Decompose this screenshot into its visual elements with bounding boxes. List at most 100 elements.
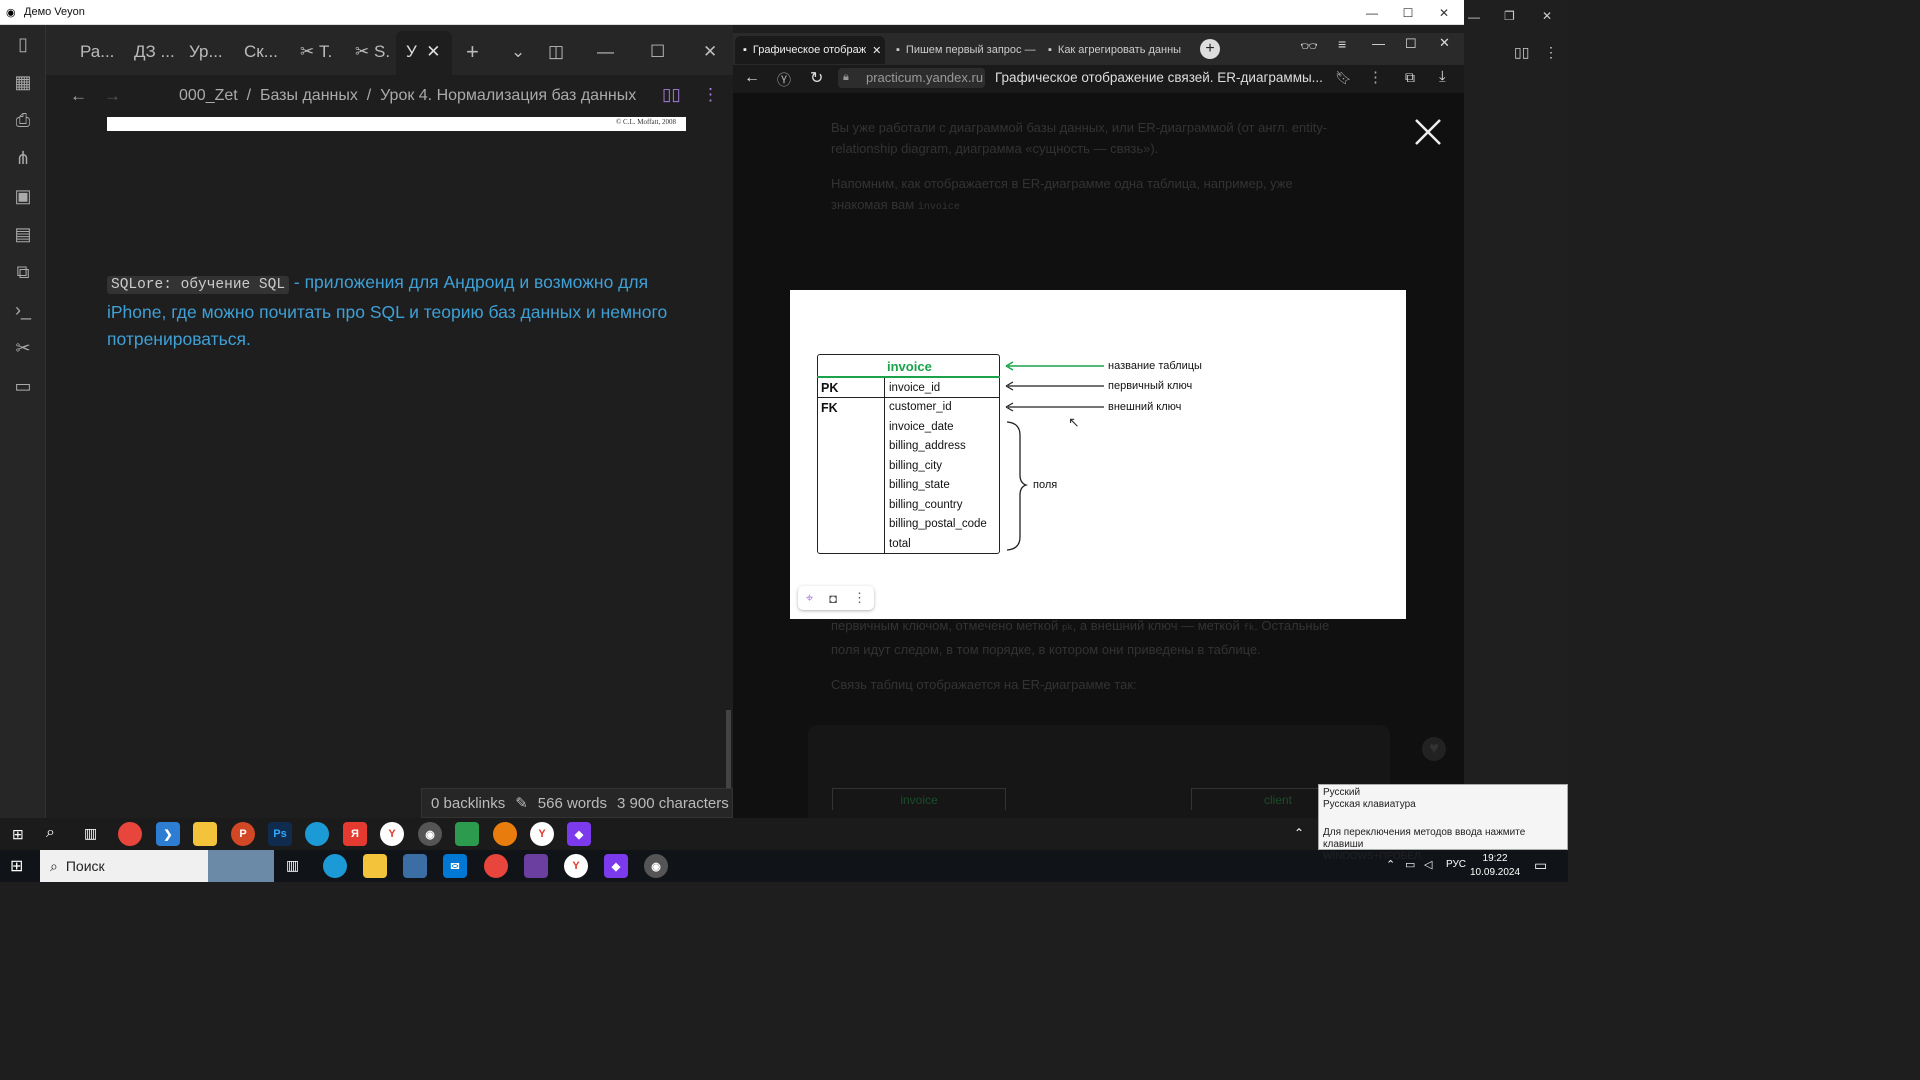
obsidian-icon[interactable]: ◆ — [567, 822, 591, 846]
tab-3[interactable]: Ур... — [189, 34, 223, 70]
copy-icon[interactable]: ⧉ — [0, 253, 46, 291]
tab-list-chevron-icon[interactable]: ⌄ — [511, 34, 525, 70]
powerpoint-icon[interactable]: P — [231, 822, 255, 846]
search-icon[interactable]: ⌕ — [46, 824, 55, 842]
sidebar-toggle-icon[interactable]: ▯ — [0, 25, 46, 63]
reload-icon[interactable]: ↻ — [810, 68, 823, 88]
text-recognition-icon[interactable]: ⌖ — [806, 590, 813, 606]
split-view-icon[interactable]: ◫ — [548, 34, 564, 70]
more-icon[interactable]: ⋮ — [853, 590, 866, 606]
reading-view-icon[interactable]: ▯▯ — [662, 85, 681, 105]
tab-1[interactable]: Ра... — [80, 34, 114, 70]
store-icon[interactable] — [403, 854, 427, 878]
explorer-icon[interactable] — [193, 822, 217, 846]
browser-tab-3[interactable]: ▪ Как агрегировать данны — [1040, 36, 1188, 64]
calendar-icon[interactable]: ▤ — [0, 215, 46, 253]
vscode-icon[interactable]: ❯ — [156, 822, 180, 846]
back-icon[interactable]: ← — [744, 69, 760, 87]
minimize-button[interactable]: — — [1352, 0, 1392, 25]
obs-close-button[interactable]: ✕ — [703, 34, 717, 70]
yandex-browser-icon[interactable]: Y — [530, 822, 554, 846]
article-line: первичным ключом, отмечено меткой — [831, 618, 1059, 633]
minimize-icon[interactable]: — — [1468, 10, 1480, 24]
chrome-icon[interactable] — [484, 854, 508, 878]
collections-icon[interactable]: ⧉ — [1405, 69, 1415, 86]
menu-icon[interactable]: ≡ — [1338, 36, 1346, 52]
url-field[interactable]: practicum.yandex.ru — [838, 68, 985, 88]
photoshop-icon[interactable]: Ps — [268, 822, 292, 846]
new-tab-button[interactable]: + — [1200, 39, 1220, 59]
yandex-icon[interactable]: Ⓨ — [777, 70, 791, 90]
br-maximize-button[interactable]: ☐ — [1405, 36, 1417, 52]
windows-start-icon[interactable]: ⊞ — [12, 826, 24, 843]
task-view-icon[interactable]: ▥ — [84, 825, 97, 842]
chrome-icon[interactable] — [118, 822, 142, 846]
daily-note-icon[interactable]: ▭ — [0, 367, 46, 405]
back-arrow-icon[interactable]: ← — [70, 86, 87, 106]
breadcrumb-item[interactable]: Урок 4. Нормализация баз данных — [380, 87, 636, 104]
visual-studio-icon[interactable] — [524, 854, 548, 878]
scrollbar[interactable] — [726, 710, 731, 790]
tab-4[interactable]: Ск... — [244, 34, 278, 70]
veyon-icon[interactable]: ◉ — [418, 822, 442, 846]
heart-icon[interactable]: ♥ — [1422, 737, 1446, 761]
annotation-fields: поля — [1033, 479, 1058, 491]
veyon-icon[interactable]: ◉ — [644, 854, 668, 878]
close-tab-icon[interactable]: ✕ — [426, 42, 440, 62]
obsidian-icon[interactable]: ◆ — [604, 854, 628, 878]
status-bar: 0 backlinks ✎ 566 words 3 900 characters — [421, 788, 733, 818]
yandex-browser-icon[interactable]: Y — [380, 822, 404, 846]
page-menu-icon[interactable]: ⋮ — [1368, 68, 1383, 86]
notepad-icon[interactable] — [455, 822, 479, 846]
tray-chevron-icon[interactable]: ⌃ — [1294, 826, 1304, 840]
more-icon[interactable]: ⋮ — [1544, 44, 1558, 61]
br-minimize-button[interactable]: — — [1372, 36, 1385, 51]
maximize-button[interactable]: ☐ — [1388, 0, 1428, 25]
close-button[interactable]: ✕ — [1424, 0, 1464, 25]
table-icon[interactable]: ▦ — [0, 63, 46, 101]
yandex-icon[interactable]: Я — [343, 822, 367, 846]
explorer-icon[interactable] — [363, 854, 387, 878]
graph-icon[interactable]: ⋔ — [0, 139, 46, 177]
tab-2[interactable]: ДЗ ... — [134, 34, 175, 70]
mail-icon[interactable]: ✉ — [443, 854, 467, 878]
search-placeholder: Поиск — [65, 858, 105, 874]
tab-5[interactable]: ✂ Т. — [300, 34, 332, 70]
yandex-browser-icon[interactable]: Y — [564, 854, 588, 878]
obs-minimize-button[interactable]: — — [597, 34, 614, 70]
tools-icon[interactable]: ✂ — [0, 329, 46, 367]
edge-icon[interactable] — [323, 854, 347, 878]
br-close-button[interactable]: ✕ — [1439, 35, 1450, 51]
restore-icon[interactable]: ❐ — [1504, 9, 1515, 23]
glasses-icon[interactable]: 👓︎ — [1300, 38, 1318, 55]
close-tab-icon[interactable]: ✕ — [872, 44, 881, 57]
close-icon[interactable]: ✕ — [1542, 9, 1552, 23]
browser-tab-2[interactable]: ▪ Пишем первый запрос — — [888, 36, 1036, 64]
grid-icon[interactable]: ▣ — [0, 177, 46, 215]
obsidian-ribbon: ▯ ▦ ⎙ ⋔ ▣ ▤ ⧉ ›_ ✂ ▭ — [0, 25, 46, 818]
backlinks-count[interactable]: 0 backlinks — [431, 795, 505, 812]
terminal-icon[interactable]: ›_ — [0, 291, 46, 329]
file-search-icon[interactable]: ⎙ — [0, 101, 46, 139]
obs-maximize-button[interactable]: ☐ — [650, 34, 665, 70]
tab-6-label: S. — [373, 42, 391, 61]
breadcrumb-item[interactable]: 000_Zet — [179, 87, 238, 104]
camera-icon[interactable]: ◘ — [829, 591, 837, 606]
forward-arrow-icon[interactable]: → — [104, 86, 121, 106]
bookmark-icon[interactable]: 🔖︎ — [1335, 70, 1352, 86]
breadcrumb-item[interactable]: Базы данных — [260, 87, 358, 104]
tab-label: Графическое отображ — [752, 44, 867, 56]
edge-icon[interactable] — [305, 822, 329, 846]
windows-start-icon[interactable]: ⊞ — [10, 856, 23, 876]
new-tab-button[interactable]: + — [466, 34, 479, 70]
browser-tab-1[interactable]: ▪ Графическое отображ ✕ — [735, 36, 885, 64]
download-icon[interactable]: ⤓ — [1439, 68, 1446, 85]
blender-icon[interactable] — [493, 822, 517, 846]
reading-mode-icon[interactable]: ▯▯ — [1514, 44, 1529, 61]
lightbox-close-icon[interactable] — [1408, 112, 1448, 152]
more-options-icon[interactable]: ⋮ — [702, 85, 719, 105]
article-line: relationship diagram, диаграмма «сущност… — [831, 141, 1159, 156]
tab-6[interactable]: ✂ S. — [355, 34, 390, 70]
task-view-icon[interactable]: ▥ — [286, 857, 299, 874]
tab-7[interactable]: У ✕ — [406, 34, 441, 70]
